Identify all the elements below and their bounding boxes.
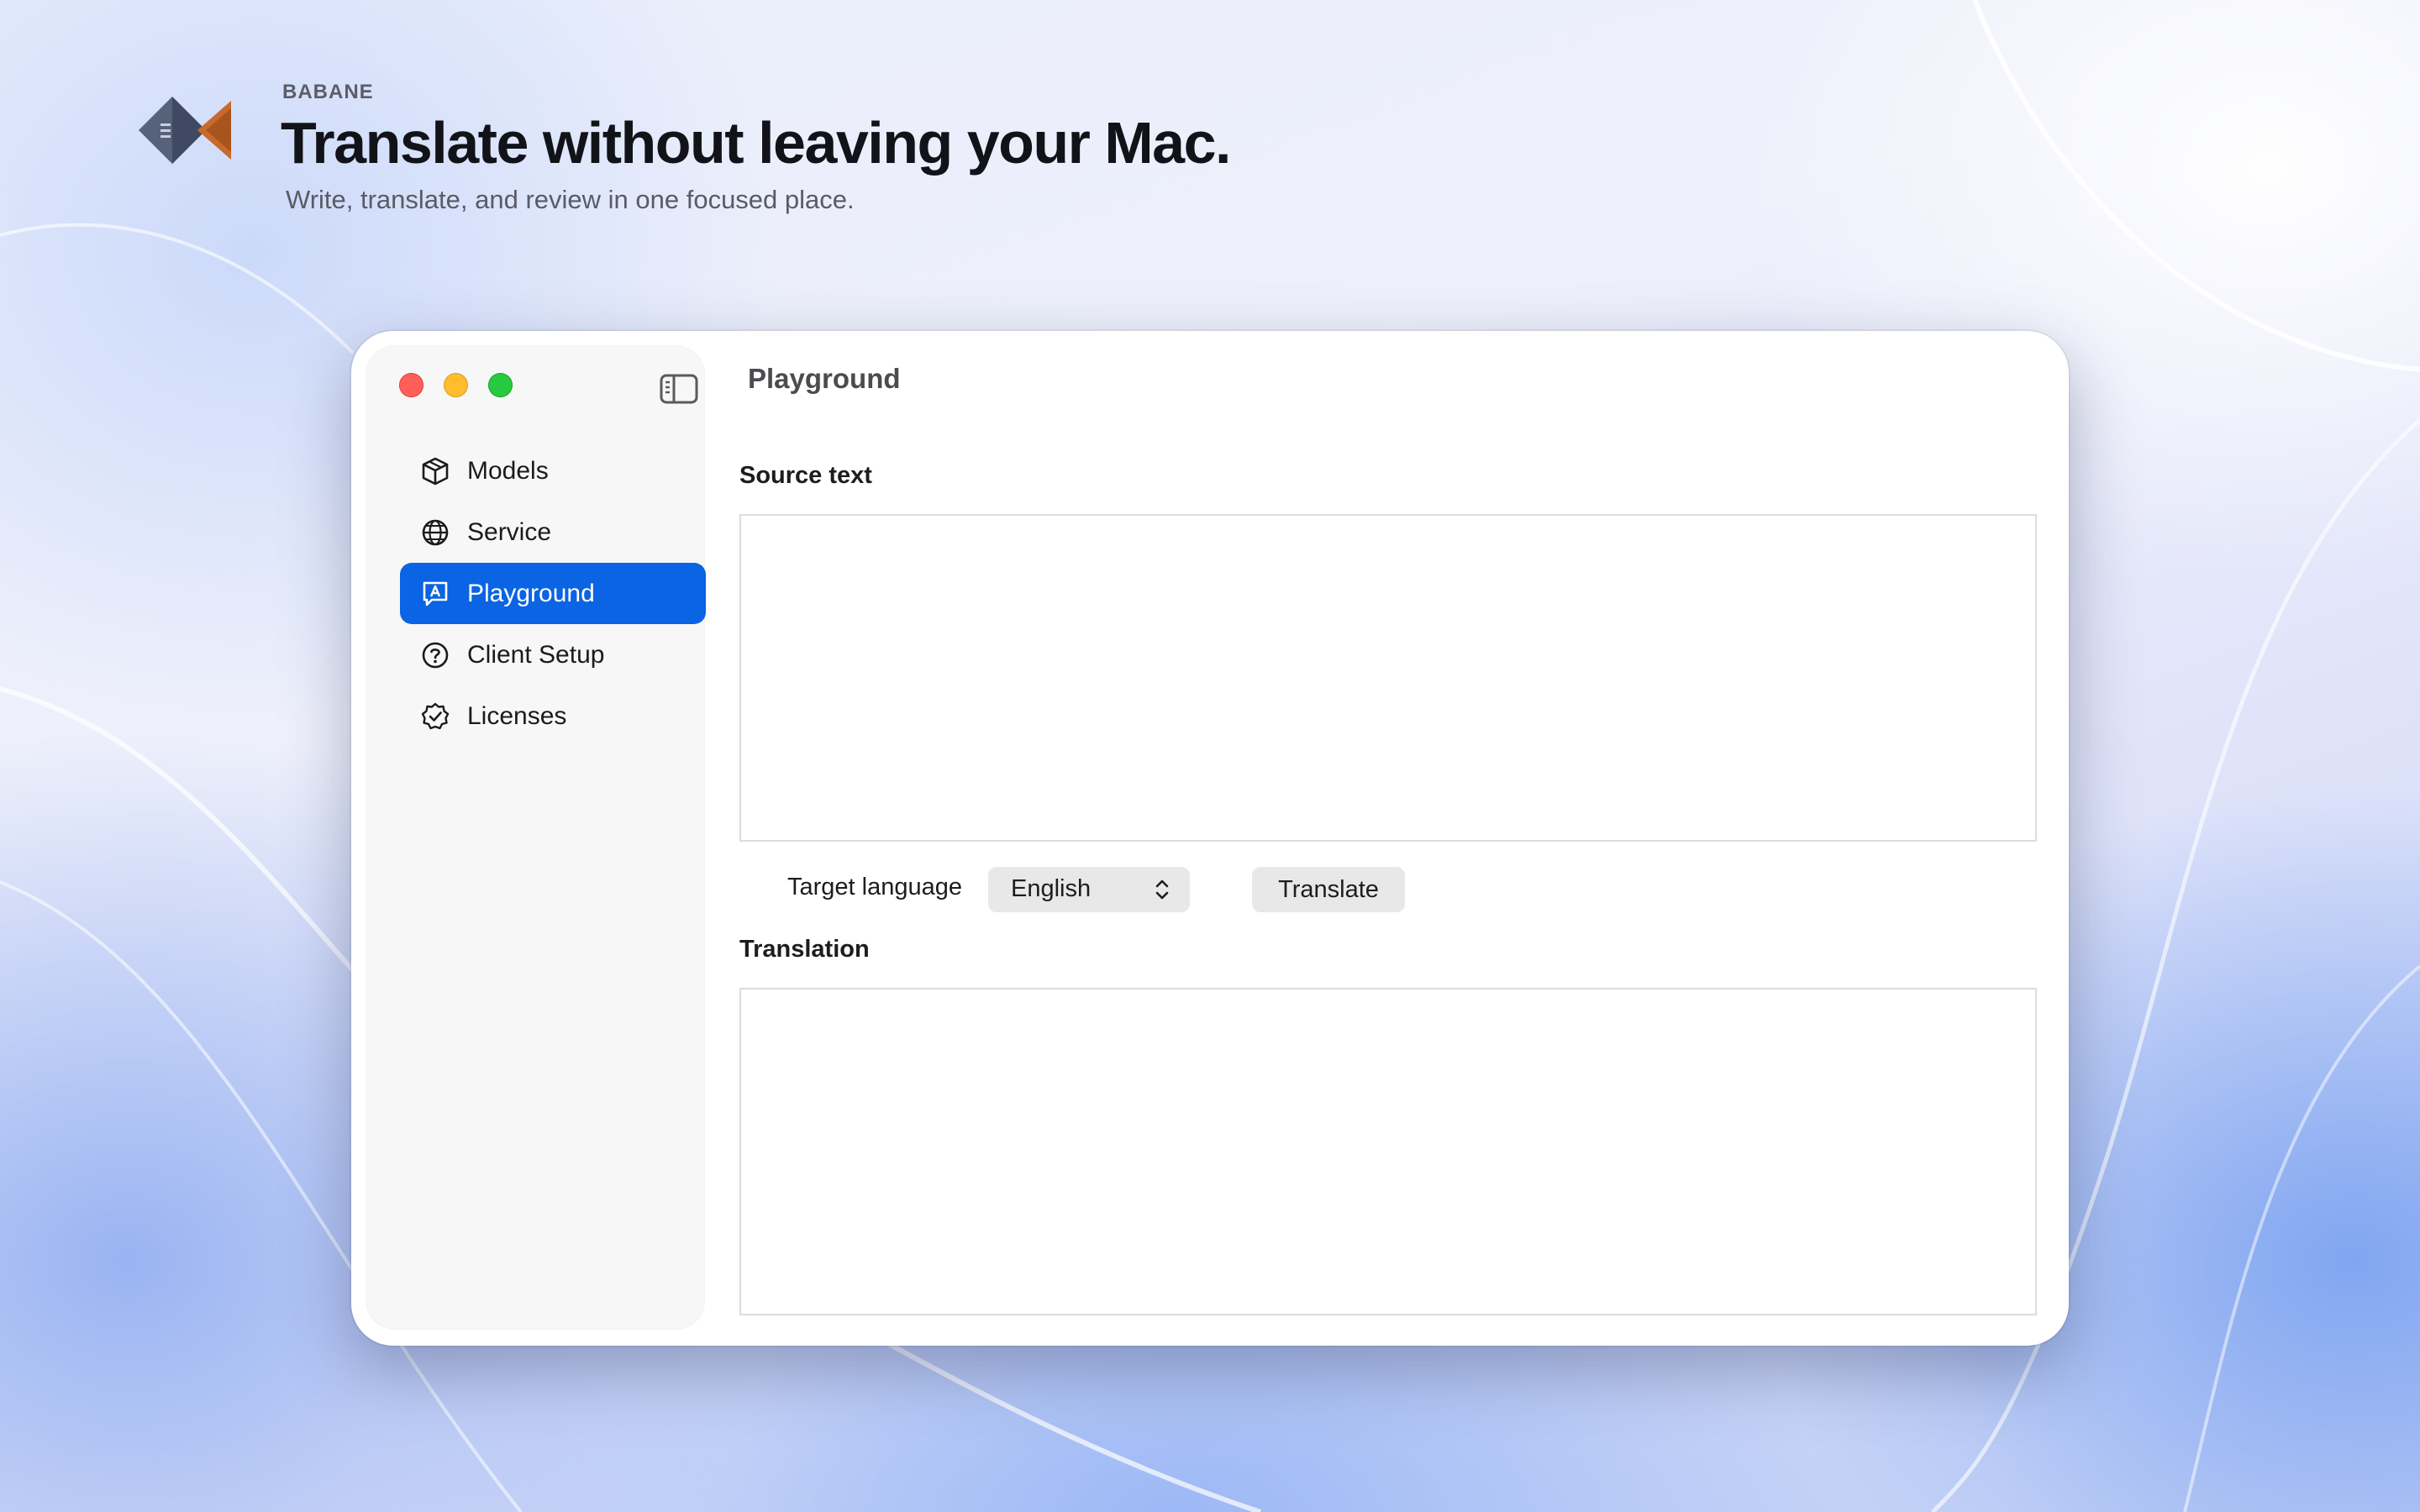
sidebar-item-client-setup[interactable]: Client Setup bbox=[400, 624, 706, 685]
headline: Translate without leaving your Mac. bbox=[281, 110, 1231, 176]
source-text-label: Source text bbox=[739, 462, 872, 489]
cube-icon bbox=[422, 457, 449, 486]
target-language-value: English bbox=[1011, 875, 1092, 902]
question-circle-icon bbox=[422, 642, 449, 669]
sidebar-item-label: Playground bbox=[467, 580, 595, 607]
brand-name: BABANE bbox=[282, 81, 374, 103]
checkmark-seal-icon bbox=[421, 702, 450, 730]
sidebar-item-models[interactable]: Models bbox=[400, 440, 706, 501]
zoom-window-button[interactable] bbox=[488, 373, 513, 397]
sidebar-item-label: Service bbox=[467, 518, 552, 546]
target-language-select[interactable]: English bbox=[988, 867, 1190, 912]
target-language-label: Target language bbox=[787, 874, 962, 900]
chevron-up-down-icon bbox=[1155, 879, 1169, 900]
close-window-button[interactable] bbox=[399, 373, 424, 397]
source-text-input[interactable] bbox=[739, 514, 2037, 842]
globe-icon bbox=[422, 519, 449, 546]
sidebar-item-label: Client Setup bbox=[467, 641, 605, 669]
app-window: Models Service Playground Client Setup L… bbox=[351, 331, 2069, 1346]
translate-button[interactable]: Translate bbox=[1252, 867, 1405, 912]
translate-bubble-icon bbox=[423, 581, 448, 606]
sidebar-item-label: Licenses bbox=[467, 702, 567, 730]
sidebar-item-label: Models bbox=[467, 457, 549, 485]
sidebar: Models Service Playground Client Setup L… bbox=[366, 346, 706, 1329]
page-title: Playground bbox=[748, 363, 901, 394]
sidebar-item-playground[interactable]: Playground bbox=[400, 563, 706, 624]
sidebar-toggle-icon[interactable] bbox=[660, 374, 698, 404]
translation-output[interactable] bbox=[739, 988, 2037, 1315]
babane-logo-icon bbox=[139, 97, 231, 164]
translation-label: Translation bbox=[739, 936, 870, 963]
sidebar-item-licenses[interactable]: Licenses bbox=[400, 685, 706, 747]
subheadline: Write, translate, and review in one focu… bbox=[286, 185, 855, 214]
sidebar-nav: Models Service Playground Client Setup L… bbox=[400, 440, 706, 747]
minimize-window-button[interactable] bbox=[444, 373, 468, 397]
sidebar-item-service[interactable]: Service bbox=[400, 501, 706, 563]
